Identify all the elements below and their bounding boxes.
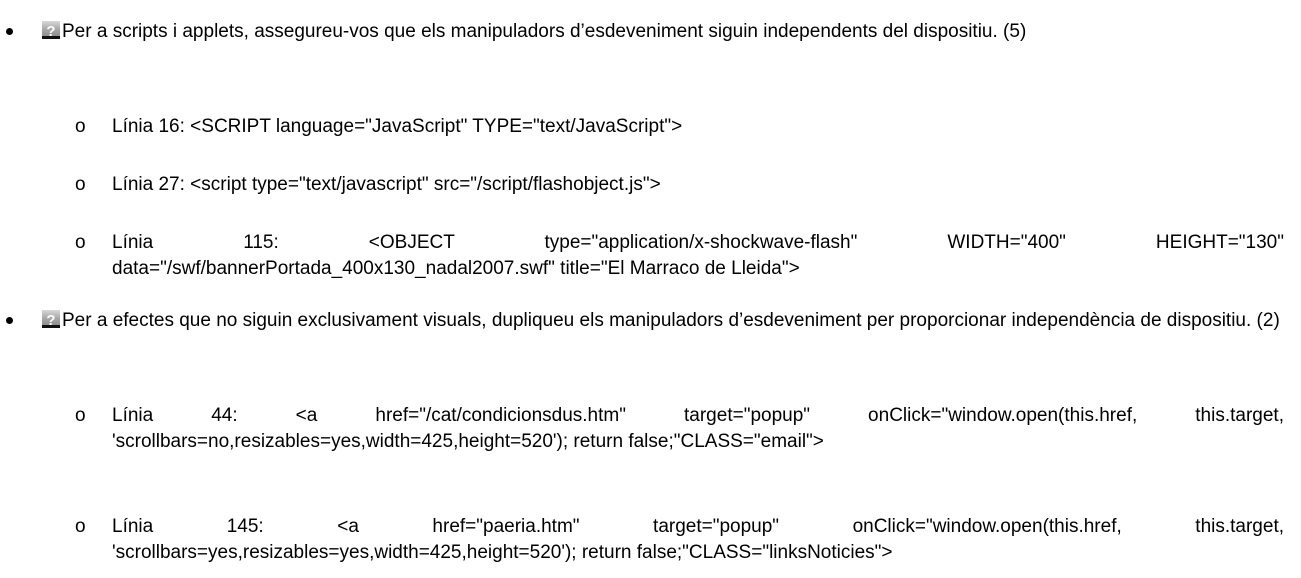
list-marker: o xyxy=(75,174,86,195)
list-marker: o xyxy=(75,116,86,137)
checklist-item-label: Per a efectes que no siguin exclusivamen… xyxy=(62,310,1280,331)
code-line-text: Línia 115: <OBJECT type="application/x-s… xyxy=(112,232,1284,279)
list-marker: o xyxy=(75,232,86,253)
code-line-text: Línia 145: <a href="paeria.htm" target="… xyxy=(112,516,1284,563)
code-line-text: Línia 16: <SCRIPT language="JavaScript" … xyxy=(112,116,683,137)
checklist-item-text: ? Per a efectes que no siguin exclusivame… xyxy=(42,308,1282,334)
bullet-dot xyxy=(6,317,13,324)
help-icon: ? xyxy=(42,310,60,329)
code-line-text: Línia 44: <a href="/cat/condicionsdus.ht… xyxy=(112,405,1284,452)
list-marker: o xyxy=(75,405,86,426)
help-icon: ? xyxy=(42,21,60,40)
code-line-text: Línia 27: <script type="text/javascript"… xyxy=(112,174,661,195)
checklist-item-text: ? Per a scripts i applets, assegureu-vos … xyxy=(42,19,1282,45)
bullet-dot xyxy=(6,28,13,35)
list-marker: o xyxy=(75,516,86,537)
checklist-item-label: Per a scripts i applets, assegureu-vos q… xyxy=(62,21,1027,42)
